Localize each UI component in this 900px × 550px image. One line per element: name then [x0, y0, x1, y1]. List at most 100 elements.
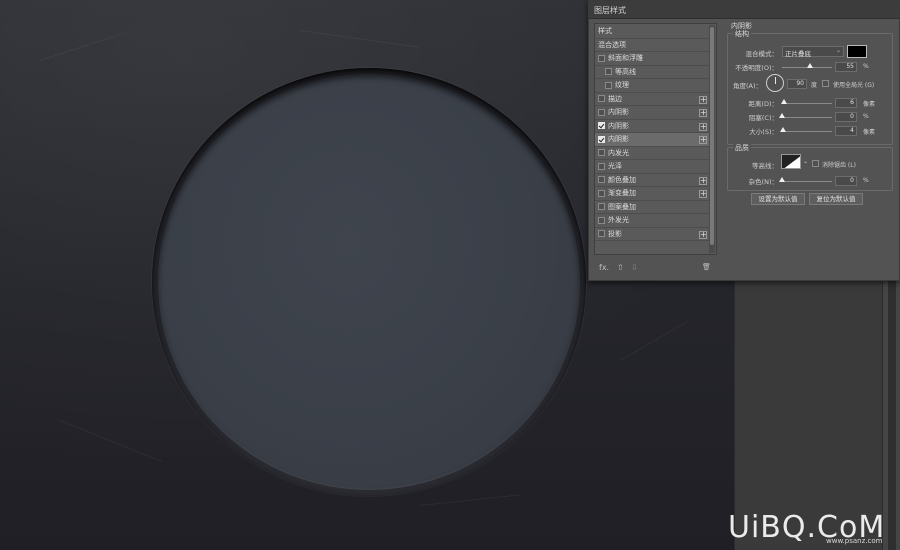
noise-slider[interactable] — [779, 177, 832, 182]
dialog-title[interactable]: 图层样式 — [589, 1, 899, 19]
style-list-item[interactable]: 内阴影 + — [595, 106, 709, 120]
style-checkbox[interactable] — [605, 81, 612, 89]
slider-knob[interactable] — [806, 63, 813, 68]
size-input[interactable]: 4 — [835, 126, 857, 136]
arrow-up-icon[interactable]: ⇧ — [617, 263, 624, 272]
style-list-label: 渐变叠加 — [608, 189, 636, 198]
add-effect-icon[interactable]: + — [699, 190, 707, 198]
noise-label: 杂色(N)： — [748, 178, 778, 186]
style-list-item[interactable]: 图案叠加 — [595, 201, 709, 214]
shadow-color-swatch[interactable] — [847, 45, 867, 58]
style-list-label: 纹理 — [615, 81, 629, 90]
slider-knob[interactable] — [779, 177, 785, 182]
styles-list-footer: fx. ⇧ ⇩ 🗑 — [594, 262, 717, 276]
distance-label: 距离(D)： — [748, 100, 778, 108]
opacity-input[interactable]: 55 — [835, 62, 857, 72]
style-list-label: 等高线 — [615, 67, 636, 76]
add-effect-icon[interactable]: + — [699, 230, 707, 239]
style-list-label: 斜面和浮雕 — [608, 54, 643, 63]
style-list-item[interactable]: 投影 + — [595, 228, 709, 241]
add-effect-icon[interactable]: + — [699, 109, 707, 117]
styles-list: 样式 混合选项 斜面和浮雕 等高线 纹理 描边 + 内阴影 + 内阴影 + 内阴影 + 内发光 光泽 颜色叠加… — [594, 23, 717, 255]
style-list-item[interactable]: 内阴影 + — [595, 120, 709, 133]
style-list-item[interactable]: 描边 + — [595, 93, 709, 106]
choke-unit: % — [863, 113, 869, 120]
opacity-slider[interactable] — [782, 63, 832, 68]
style-list-label: 投影 — [608, 229, 622, 238]
noise-input[interactable]: 0 — [835, 176, 857, 186]
choke-label: 阻塞(C)： — [748, 114, 778, 122]
style-list-item[interactable]: 内阴影 + — [595, 133, 709, 147]
fx-icon[interactable]: fx. — [599, 263, 609, 272]
global-light-checkbox[interactable] — [822, 80, 829, 87]
opacity-label: 不透明度(O)： — [735, 64, 778, 72]
texture-scratch — [299, 30, 419, 48]
chevron-down-icon: ⌄ — [835, 47, 841, 54]
texture-scratch — [59, 420, 163, 463]
style-checkbox[interactable] — [598, 149, 605, 157]
blend-mode-select[interactable]: 正片叠底 ⌄ — [782, 46, 844, 58]
style-checkbox[interactable] — [598, 54, 605, 62]
contour-picker[interactable] — [781, 154, 801, 169]
style-checkbox[interactable] — [605, 68, 612, 76]
angle-input[interactable]: 90 — [787, 79, 807, 89]
contour-label: 等高线： — [752, 162, 778, 170]
reset-default-button[interactable]: 复位为默认值 — [809, 193, 863, 205]
chevron-down-icon[interactable]: ⌄ — [803, 158, 808, 165]
style-list-item[interactable]: 光泽 — [595, 160, 709, 174]
choke-slider[interactable] — [779, 113, 832, 118]
distance-slider[interactable] — [781, 99, 832, 104]
choke-input[interactable]: 0 — [835, 112, 857, 122]
panel-scrollbar-track — [888, 280, 896, 550]
size-label: 大小(S)： — [749, 128, 778, 136]
style-checkbox[interactable] — [598, 122, 605, 130]
distance-input[interactable]: 6 — [835, 98, 857, 108]
angle-dial[interactable] — [766, 74, 784, 92]
add-effect-icon[interactable]: + — [699, 122, 707, 131]
style-list-label: 颜色叠加 — [608, 175, 636, 184]
styles-list-scrollbar[interactable] — [709, 25, 715, 253]
set-default-button[interactable]: 设置为默认值 — [751, 193, 805, 205]
style-checkbox[interactable] — [598, 95, 605, 103]
style-checkbox[interactable] — [598, 189, 605, 197]
trash-icon[interactable]: 🗑 — [702, 263, 711, 271]
style-list-item[interactable]: 内发光 — [595, 147, 709, 160]
style-checkbox[interactable] — [598, 176, 605, 184]
style-list-item[interactable]: 颜色叠加 + — [595, 174, 709, 187]
style-checkbox[interactable] — [598, 216, 605, 224]
style-list-label: 混合选项 — [598, 40, 626, 49]
slider-knob[interactable] — [781, 99, 787, 104]
size-slider[interactable] — [780, 127, 832, 132]
global-light-label: 使用全局光 (G) — [833, 82, 875, 89]
style-list-item[interactable]: 外发光 — [595, 214, 709, 228]
circle-disc — [158, 74, 580, 490]
style-list-item[interactable]: 渐变叠加 + — [595, 187, 709, 201]
anti-alias-checkbox[interactable] — [812, 160, 819, 167]
style-checkbox[interactable] — [598, 135, 605, 143]
noise-unit: % — [863, 177, 869, 184]
style-checkbox[interactable] — [598, 162, 605, 170]
distance-unit: 像素 — [863, 101, 876, 108]
angle-label: 角度(A)： — [732, 82, 762, 90]
add-effect-icon[interactable]: + — [699, 95, 707, 104]
style-list-item[interactable]: 斜面和浮雕 — [595, 52, 709, 66]
size-unit: 像素 — [863, 129, 876, 136]
style-list-label: 图案叠加 — [608, 202, 636, 211]
style-checkbox[interactable] — [598, 108, 605, 116]
texture-scratch — [419, 494, 520, 506]
style-list-item[interactable]: 样式 — [595, 25, 709, 39]
style-list-item[interactable]: 纹理 — [595, 79, 709, 93]
scrollbar-thumb[interactable] — [710, 27, 714, 245]
texture-scratch — [39, 32, 126, 61]
slider-knob[interactable] — [779, 113, 785, 118]
style-list-label: 内阴影 — [608, 108, 629, 117]
style-list-item[interactable]: 等高线 — [595, 66, 709, 79]
add-effect-icon[interactable]: + — [699, 176, 707, 185]
add-effect-icon[interactable]: + — [699, 136, 707, 144]
style-checkbox[interactable] — [598, 230, 605, 238]
blend-mode-value: 正片叠底 — [785, 50, 811, 58]
style-list-item[interactable]: 混合选项 — [595, 39, 709, 52]
arrow-down-icon[interactable]: ⇩ — [631, 263, 638, 272]
slider-knob[interactable] — [780, 127, 786, 132]
style-checkbox[interactable] — [598, 203, 605, 211]
